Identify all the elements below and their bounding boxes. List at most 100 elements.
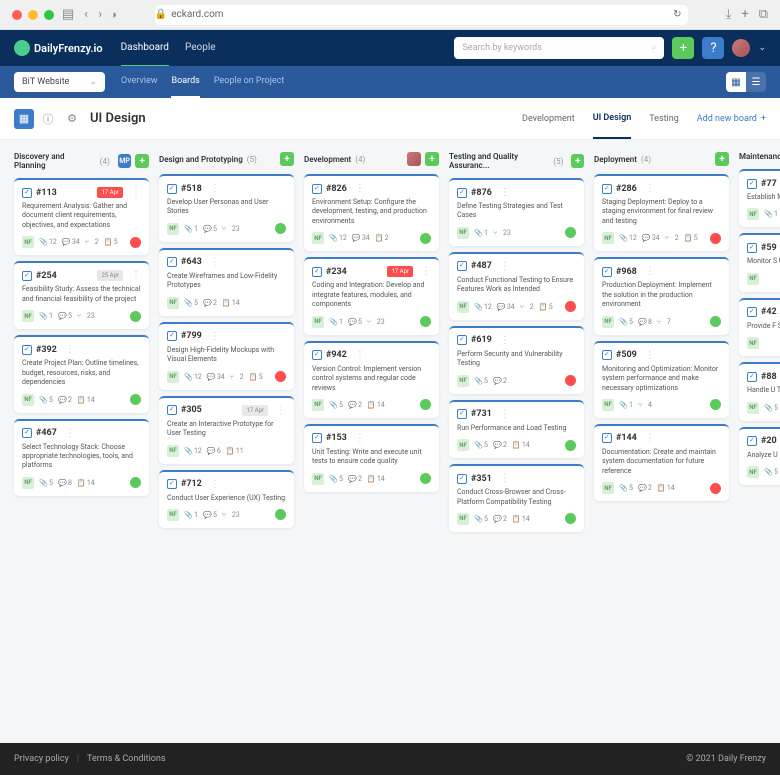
search-input[interactable]: Search by keywords ⌕ — [454, 37, 664, 59]
card-menu-icon[interactable]: ⋮ — [645, 350, 655, 361]
task-card[interactable]: #59 ⋮ Monitor S User Fee NF — [739, 233, 780, 291]
card-menu-icon[interactable]: ⋮ — [65, 428, 75, 439]
column-avatar[interactable] — [407, 152, 421, 166]
reload-icon[interactable]: ↻ — [673, 9, 681, 20]
tab-development[interactable]: Development — [522, 98, 575, 139]
card-menu-icon[interactable]: ⋮ — [355, 433, 365, 444]
forward-icon[interactable]: › — [98, 7, 102, 22]
grid-icon[interactable]: ▦ — [14, 109, 34, 129]
task-card[interactable]: #88 ⋮ Handle U Tickets NF📎5 — [739, 362, 780, 420]
terms-link[interactable]: Terms & Conditions — [87, 754, 165, 764]
column-add-button[interactable]: + — [425, 152, 439, 166]
task-card[interactable]: #42 ⋮ Provide F Security L NF — [739, 298, 780, 356]
new-tab-icon[interactable]: + — [741, 7, 748, 22]
task-card[interactable]: #509 ⋮ Monitoring and Optimization: Moni… — [594, 341, 729, 418]
task-card[interactable]: #234 17 Apr ⋮ Coding and Integration: De… — [304, 257, 439, 334]
card-footer: NF📎5💬8📋14 — [22, 477, 141, 489]
task-card[interactable]: #351 ⋮ Conduct Cross-Browser and Cross-P… — [449, 464, 584, 532]
card-menu-icon[interactable]: ⋮ — [210, 479, 220, 490]
card-menu-icon[interactable]: ⋮ — [500, 409, 510, 420]
attachment-stat: 📎5 — [184, 299, 198, 307]
card-menu-icon[interactable]: ⋮ — [500, 335, 510, 346]
column-add-button[interactable]: + — [571, 154, 584, 168]
card-menu-icon[interactable]: ⋮ — [645, 266, 655, 277]
card-menu-icon[interactable]: ⋮ — [131, 270, 141, 281]
privacy-link[interactable]: Privacy policy — [14, 754, 69, 764]
card-menu-icon[interactable]: ⋮ — [210, 183, 220, 194]
view-toggle: ▦ ☰ — [726, 72, 766, 92]
task-card[interactable]: #968 ⋮ Production Deployment: Implement … — [594, 257, 729, 334]
global-add-button[interactable]: + — [672, 37, 694, 59]
task-card[interactable]: #487 ⋮ Conduct Functional Testing to Ens… — [449, 252, 584, 320]
task-card[interactable]: #392 ⋮ Create Project Plan: Outline time… — [14, 335, 149, 412]
task-card[interactable]: #876 ⋮ Define Testing Strategies and Tes… — [449, 178, 584, 246]
tabs-icon[interactable]: ⧉ — [759, 7, 768, 22]
task-card[interactable]: #643 ⋮ Create Wireframes and Low-Fidelit… — [159, 248, 294, 316]
card-menu-icon[interactable]: ⋮ — [421, 266, 431, 277]
card-menu-icon[interactable]: ⋮ — [276, 405, 286, 416]
tab-testing[interactable]: Testing — [649, 98, 679, 139]
column-add-button[interactable]: + — [715, 152, 729, 166]
column-add-button[interactable]: + — [135, 154, 149, 168]
nav-people[interactable]: People — [185, 30, 216, 67]
task-card[interactable]: #467 ⋮ Select Technology Stack: Choose a… — [14, 419, 149, 496]
attachment-icon: 📎 — [39, 312, 47, 320]
card-menu-icon[interactable]: ⋮ — [500, 187, 510, 198]
task-card[interactable]: #153 ⋮ Unit Testing: Write and execute u… — [304, 424, 439, 492]
card-menu-icon[interactable]: ⋮ — [65, 344, 75, 355]
subnav-boards[interactable]: Boards — [171, 66, 199, 98]
card-menu-icon[interactable]: ⋮ — [210, 257, 220, 268]
task-card[interactable]: #77 ⋮ Establish Maintenanc NF📎1 — [739, 169, 780, 227]
task-card[interactable]: #113 17 Apr ⋮ Requirement Analysis: Gath… — [14, 178, 149, 255]
board-view-button[interactable]: ▦ — [726, 72, 746, 92]
column-user-badge[interactable]: MP — [118, 154, 132, 168]
card-menu-icon[interactable]: ⋮ — [131, 187, 141, 198]
task-card[interactable]: #144 ⋮ Documentation: Create and maintai… — [594, 424, 729, 501]
task-card[interactable]: #826 ⋮ Environment Setup: Configure the … — [304, 174, 439, 251]
share-icon[interactable]: ⤓ — [726, 7, 732, 22]
card-menu-icon[interactable]: ⋮ — [500, 473, 510, 484]
tab-ui-design[interactable]: UI Design — [593, 98, 632, 139]
logo[interactable]: DailyFrenzy.io — [14, 40, 103, 56]
subnav-people[interactable]: People on Project — [214, 66, 284, 98]
help-button[interactable]: ? — [702, 37, 724, 59]
list-view-button[interactable]: ☰ — [746, 72, 766, 92]
comment-icon: 💬 — [58, 312, 66, 320]
nav-dashboard[interactable]: Dashboard — [121, 30, 169, 67]
close-window[interactable] — [12, 10, 22, 20]
card-menu-icon[interactable]: ⋮ — [645, 433, 655, 444]
user-menu-chevron-icon[interactable]: ⌄ — [758, 43, 766, 53]
task-card[interactable]: #731 ⋮ Run Performance and Load Testing … — [449, 400, 584, 458]
filter-icon[interactable]: ⚙ — [62, 109, 82, 129]
task-card[interactable]: #518 ⋮ Develop User Personas and User St… — [159, 174, 294, 242]
subnav-overview[interactable]: Overview — [121, 66, 157, 98]
address-bar[interactable]: 🔒 eckard.com ↻ — [155, 5, 688, 25]
card-menu-icon[interactable]: ⋮ — [210, 331, 220, 342]
card-menu-icon[interactable]: ⋮ — [500, 261, 510, 272]
branch-stat: ⑂7 — [657, 318, 671, 326]
attachment-stat: 📎1 — [329, 318, 343, 326]
task-card[interactable]: #799 ⋮ Design High-Fidelity Mockups with… — [159, 322, 294, 390]
card-menu-icon[interactable]: ⋮ — [355, 350, 365, 361]
sidebar-icon[interactable]: ▤ — [62, 7, 74, 22]
info-icon[interactable]: ⓘ — [38, 109, 58, 129]
shield-icon[interactable]: ◑ — [110, 8, 117, 21]
task-card[interactable]: #712 ⋮ Conduct User Experience (UX) Test… — [159, 470, 294, 528]
user-avatar[interactable] — [732, 39, 750, 57]
card-menu-icon[interactable]: ⋮ — [645, 183, 655, 194]
task-card[interactable]: #305 17 Apr ⋮ Create an Interactive Prot… — [159, 396, 294, 464]
task-card[interactable]: #254 25 Apr ⋮ Feasibility Study: Assess … — [14, 261, 149, 329]
minimize-window[interactable] — [28, 10, 38, 20]
back-icon[interactable]: ‹ — [84, 7, 88, 22]
task-card[interactable]: #286 ⋮ Staging Deployment: Deploy to a s… — [594, 174, 729, 251]
kanban-board[interactable]: Discovery and Planning (4)MP+ #113 17 Ap… — [0, 140, 780, 743]
project-selector[interactable]: BiT Website ⌄ — [14, 72, 105, 92]
task-card[interactable]: #20 ⋮ Analyze U Insights NF📎5 — [739, 427, 780, 485]
task-card[interactable]: #619 ⋮ Perform Security and Vulnerabilit… — [449, 326, 584, 394]
card-menu-icon[interactable]: ⋮ — [355, 183, 365, 194]
maximize-window[interactable] — [44, 10, 54, 20]
column-add-button[interactable]: + — [280, 152, 294, 166]
add-new-board[interactable]: Add new board + — [697, 98, 766, 139]
task-card[interactable]: #942 ⋮ Version Control: Implement versio… — [304, 341, 439, 418]
clip-stat: 📋14 — [222, 299, 240, 307]
